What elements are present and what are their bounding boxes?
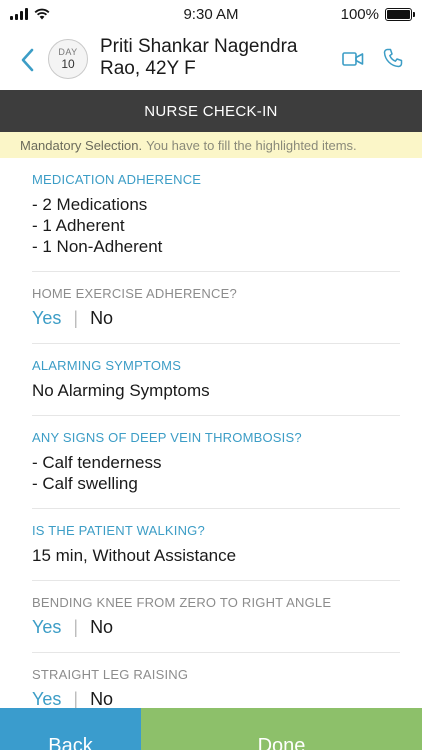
section-value-line: 15 min, Without Assistance	[32, 546, 237, 565]
yes-no-toggle: Yes | No	[32, 308, 400, 329]
section-label: BENDING KNEE FROM ZERO TO RIGHT ANGLE	[32, 595, 332, 610]
bottom-action-bar: Back Done	[0, 708, 422, 750]
battery-icon	[384, 7, 415, 21]
yes-option[interactable]: Yes	[32, 308, 61, 329]
video-camera-icon[interactable]	[342, 50, 364, 68]
section-straight-leg-raising: STRAIGHT LEG RAISING Yes | No	[32, 653, 400, 708]
section-value-line: - 1 Non-Adherent	[32, 237, 163, 256]
header: DAY 10 Priti Shankar Nagendra Rao, 42Y F	[0, 28, 422, 90]
status-right: 100%	[292, 5, 415, 23]
section-label: STRAIGHT LEG RAISING	[32, 667, 189, 682]
no-option[interactable]: No	[90, 617, 113, 638]
chevron-left-icon[interactable]	[16, 46, 40, 74]
section-value-line: - Calf swelling	[32, 474, 138, 493]
no-option[interactable]: No	[90, 689, 113, 708]
section-value-line: No Alarming Symptoms	[32, 381, 210, 400]
done-button[interactable]: Done	[141, 708, 422, 750]
no-option[interactable]: No	[90, 308, 113, 329]
yes-option[interactable]: Yes	[32, 689, 61, 708]
section-home-exercise-adherence: HOME EXERCISE ADHERENCE? Yes | No	[32, 272, 400, 344]
section-label: ANY SIGNS OF DEEP VEIN THROMBOSIS?	[32, 430, 302, 445]
back-button[interactable]: Back	[0, 708, 141, 750]
battery-percent: 100%	[340, 5, 379, 23]
yes-no-toggle: Yes | No	[32, 689, 400, 708]
option-divider: |	[73, 308, 79, 328]
day-number: 10	[61, 57, 75, 71]
section-value-line: - 1 Adherent	[32, 216, 125, 235]
section-label: HOME EXERCISE ADHERENCE?	[32, 286, 237, 301]
yes-option[interactable]: Yes	[32, 617, 61, 638]
section-label: IS THE PATIENT WALKING?	[32, 523, 205, 538]
section-deep-vein-thrombosis[interactable]: ANY SIGNS OF DEEP VEIN THROMBOSIS? - Cal…	[32, 416, 400, 509]
page-title: NURSE CHECK-IN	[0, 90, 422, 132]
yes-no-toggle: Yes | No	[32, 617, 400, 638]
cellular-signal-icon	[10, 8, 28, 20]
section-label: ALARMING SYMPTOMS	[32, 358, 182, 373]
back-button-label: Back	[48, 735, 93, 750]
notice-text: You have to fill the highlighted items.	[146, 137, 357, 153]
notice-strong: Mandatory Selection.	[20, 137, 143, 153]
section-alarming-symptoms[interactable]: ALARMING SYMPTOMS No Alarming Symptoms	[32, 344, 400, 416]
section-bending-knee: BENDING KNEE FROM ZERO TO RIGHT ANGLE Ye…	[32, 581, 400, 653]
patient-name: Priti Shankar Nagendra Rao, 42Y F	[100, 36, 298, 79]
checkin-form[interactable]: MEDICATION ADHERENCE - 2 Medications - 1…	[0, 158, 422, 708]
section-value-line: - Calf tenderness	[32, 453, 162, 472]
option-divider: |	[73, 689, 79, 708]
option-divider: |	[73, 617, 79, 637]
mandatory-notice: Mandatory Selection. You have to fill th…	[0, 132, 422, 158]
phone-icon[interactable]	[383, 48, 403, 68]
day-badge: DAY 10	[48, 39, 88, 79]
status-time: 9:30 AM	[183, 5, 239, 23]
done-button-label: Done	[257, 735, 306, 750]
wifi-icon	[34, 8, 50, 20]
section-value-line: - 2 Medications	[32, 195, 148, 214]
status-left	[10, 8, 130, 20]
day-label: DAY	[58, 47, 78, 57]
status-bar: 9:30 AM 100%	[0, 0, 422, 28]
section-label: MEDICATION ADHERENCE	[32, 172, 202, 187]
section-medication-adherence[interactable]: MEDICATION ADHERENCE - 2 Medications - 1…	[32, 158, 400, 272]
section-patient-walking[interactable]: IS THE PATIENT WALKING? 15 min, Without …	[32, 509, 400, 581]
